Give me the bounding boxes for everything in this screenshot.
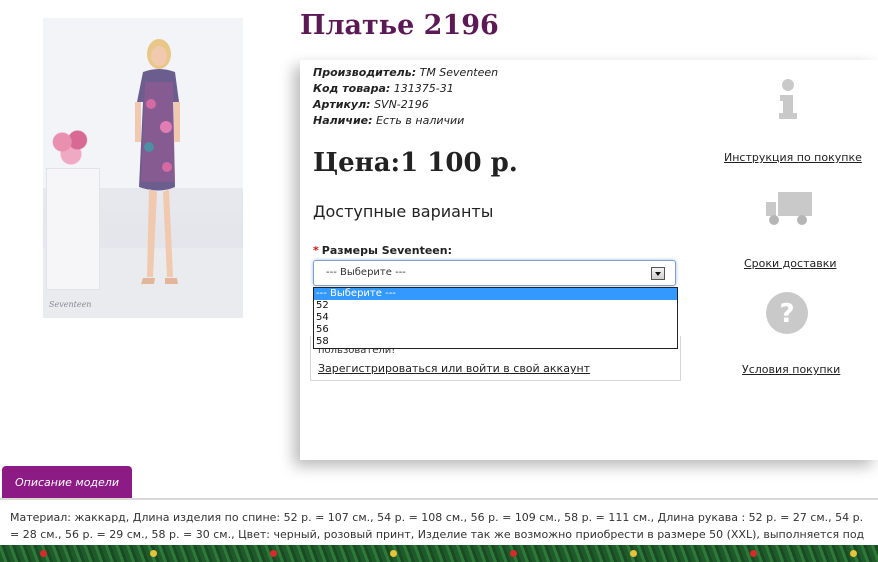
ornament: [630, 550, 637, 557]
ornament: [390, 550, 397, 557]
image-shelf: [46, 168, 100, 290]
size-option[interactable]: 58: [314, 336, 677, 348]
image-signature: Seventeen: [49, 300, 92, 309]
meta-sku: Артикул: SVN-2196: [313, 97, 498, 113]
image-flowers: [49, 126, 93, 166]
ornament: [510, 550, 517, 557]
terms-link[interactable]: Условия покупки: [742, 363, 840, 376]
question-icon[interactable]: ?: [765, 291, 809, 335]
divider: [0, 498, 878, 500]
size-option[interactable]: 52: [314, 300, 677, 312]
info-icon[interactable]: [771, 78, 805, 122]
meta-value: TM Seventeen: [419, 66, 499, 79]
meta-value: SVN-2196: [374, 98, 429, 111]
size-select-value: --- Выберите ---: [326, 267, 406, 278]
ornament: [750, 550, 757, 557]
meta-code: Код товара: 131375-31: [313, 81, 498, 97]
chevron-down-icon[interactable]: [651, 267, 665, 280]
register-login-link[interactable]: Зарегистрироваться или войти в свой акка…: [318, 362, 590, 375]
meta-availability: Наличие: Есть в наличии: [313, 113, 498, 129]
meta-value: Есть в наличии: [376, 114, 465, 127]
meta-value: 131375-31: [393, 82, 454, 95]
product-price: Цена:1 100 р.: [313, 148, 518, 178]
size-option[interactable]: 54: [314, 312, 677, 324]
size-label: * Размеры Seventeen:: [313, 244, 452, 257]
ornament: [150, 550, 157, 557]
ornament: [850, 550, 857, 557]
product-image[interactable]: Seventeen: [43, 18, 243, 318]
size-label-text: Размеры Seventeen:: [321, 244, 452, 257]
meta-label: Код товара:: [313, 82, 391, 95]
meta-label: Наличие:: [313, 114, 373, 127]
size-option[interactable]: 56: [314, 324, 677, 336]
size-select[interactable]: --- Выберите ---: [313, 260, 676, 286]
truck-icon[interactable]: [764, 188, 814, 228]
svg-text:?: ?: [779, 299, 794, 329]
variants-heading: Доступные варианты: [313, 202, 494, 221]
tab-description-label: Описание модели: [15, 476, 119, 489]
tab-description[interactable]: Описание модели: [2, 466, 132, 498]
meta-manufacturer: Производитель: TM Seventeen: [313, 65, 498, 81]
meta-label: Артикул:: [313, 98, 371, 111]
instruction-link[interactable]: Инструкция по покупке: [724, 151, 862, 164]
size-dropdown-list[interactable]: --- Выберите --- 52 54 56 58: [313, 287, 678, 349]
meta-label: Производитель:: [313, 66, 417, 79]
model-figure: [135, 39, 180, 284]
delivery-link[interactable]: Сроки доставки: [744, 257, 837, 270]
required-mark: *: [313, 244, 319, 257]
ornament: [270, 550, 277, 557]
garland-decoration: [0, 545, 878, 562]
size-option[interactable]: --- Выберите ---: [314, 288, 677, 300]
ornament: [40, 550, 47, 557]
page-title: Платье 2196: [300, 10, 499, 41]
product-meta: Производитель: TM Seventeen Код товара: …: [313, 65, 498, 129]
